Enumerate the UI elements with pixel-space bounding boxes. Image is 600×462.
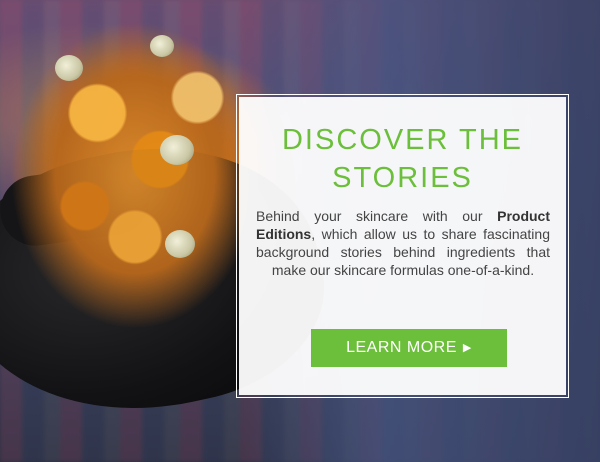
flower-bud-image [55,55,83,81]
flower-bud-image [150,35,174,57]
promo-description-intro: Behind your skincare with our [256,208,483,224]
hero-banner: DISCOVER THE STORIES Behind your skincar… [0,0,600,462]
triangle-right-icon: ▶ [462,341,472,354]
promo-title-line1: DISCOVER THE [281,124,523,156]
promo-title-line2: STORIES [332,162,473,194]
learn-more-label: LEARN MORE [346,339,457,356]
promo-description: Behind your skincare with our Product Ed… [256,207,550,279]
flower-bud-image [160,135,194,165]
learn-more-button[interactable]: LEARN MORE ▶ [311,329,507,367]
flower-bud-image [165,230,195,258]
promo-panel: DISCOVER THE STORIES Behind your skincar… [236,94,569,398]
dried-flowers-image [10,20,260,330]
promo-title: DISCOVER THE STORIES [239,121,566,197]
